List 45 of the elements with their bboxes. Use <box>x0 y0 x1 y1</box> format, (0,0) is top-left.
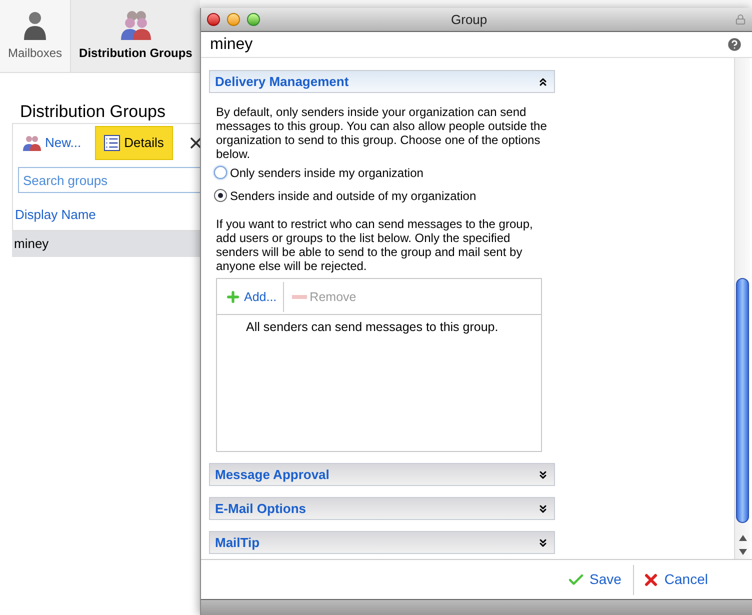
page-title: Distribution Groups <box>19 101 166 121</box>
radio-button[interactable] <box>214 189 227 202</box>
window-title: Group <box>451 10 488 29</box>
option-label: Senders inside and outside of my organization <box>230 188 476 202</box>
minus-icon <box>292 294 307 298</box>
cancel-button[interactable]: Cancel <box>633 564 714 594</box>
lock-icon <box>735 14 746 25</box>
restrict-text: If you want to restrict who can send messages to the group, add users or groups to the list below. Only the specified senders will be able to send to the group and mail sent by anyone else will be rejected. <box>216 217 534 273</box>
table-cell-text: miney <box>14 235 49 254</box>
section-header[interactable]: E-Mail Options <box>209 497 555 520</box>
section-header[interactable]: Delivery Management <box>209 70 555 93</box>
expand-icon <box>537 536 549 548</box>
group-name: miney <box>210 34 253 54</box>
save-button[interactable]: Save <box>561 564 628 594</box>
toolbar-button[interactable]: Details <box>95 126 173 160</box>
option-label: Only senders inside my organization <box>230 166 424 180</box>
scrollbar-thumb[interactable] <box>736 278 749 523</box>
scrollbar[interactable] <box>734 58 750 559</box>
expand-icon <box>537 502 549 514</box>
collapse-icon <box>537 76 549 88</box>
scroll-down-icon[interactable] <box>738 549 746 555</box>
help-icon[interactable] <box>726 36 743 53</box>
section-title: E-Mail Options <box>215 500 306 518</box>
empty-list-message: All senders can send messages to this group. <box>245 319 500 334</box>
section-title: Delivery Management <box>215 72 349 91</box>
intro-text: By default, only senders inside your organization can send messages to this group. You can also allow people outside the organization to send to this group. Choose one of the options below. <box>216 105 548 161</box>
minimize-button[interactable] <box>227 13 240 26</box>
radio-button[interactable] <box>214 166 227 179</box>
section-title: Message Approval <box>215 466 330 484</box>
section-header[interactable]: Message Approval <box>209 463 555 486</box>
expand-icon <box>537 468 549 480</box>
section-title: MailTip <box>215 534 260 552</box>
scroll-up-icon[interactable] <box>738 535 746 541</box>
nav-tab[interactable]: Distribution Groups <box>70 0 200 72</box>
toolbar-button[interactable]: New... <box>15 126 90 160</box>
people-icon <box>23 134 41 150</box>
section-header[interactable]: MailTip <box>209 531 555 554</box>
people-icon <box>120 10 152 40</box>
nav-tab[interactable]: Mailboxes <box>0 0 70 72</box>
list-icon <box>104 134 120 150</box>
person-icon <box>23 10 48 40</box>
plus-icon <box>225 288 241 304</box>
zoom-button[interactable] <box>247 13 260 26</box>
close-button[interactable] <box>207 13 220 26</box>
add-button[interactable]: Add... <box>225 282 283 312</box>
